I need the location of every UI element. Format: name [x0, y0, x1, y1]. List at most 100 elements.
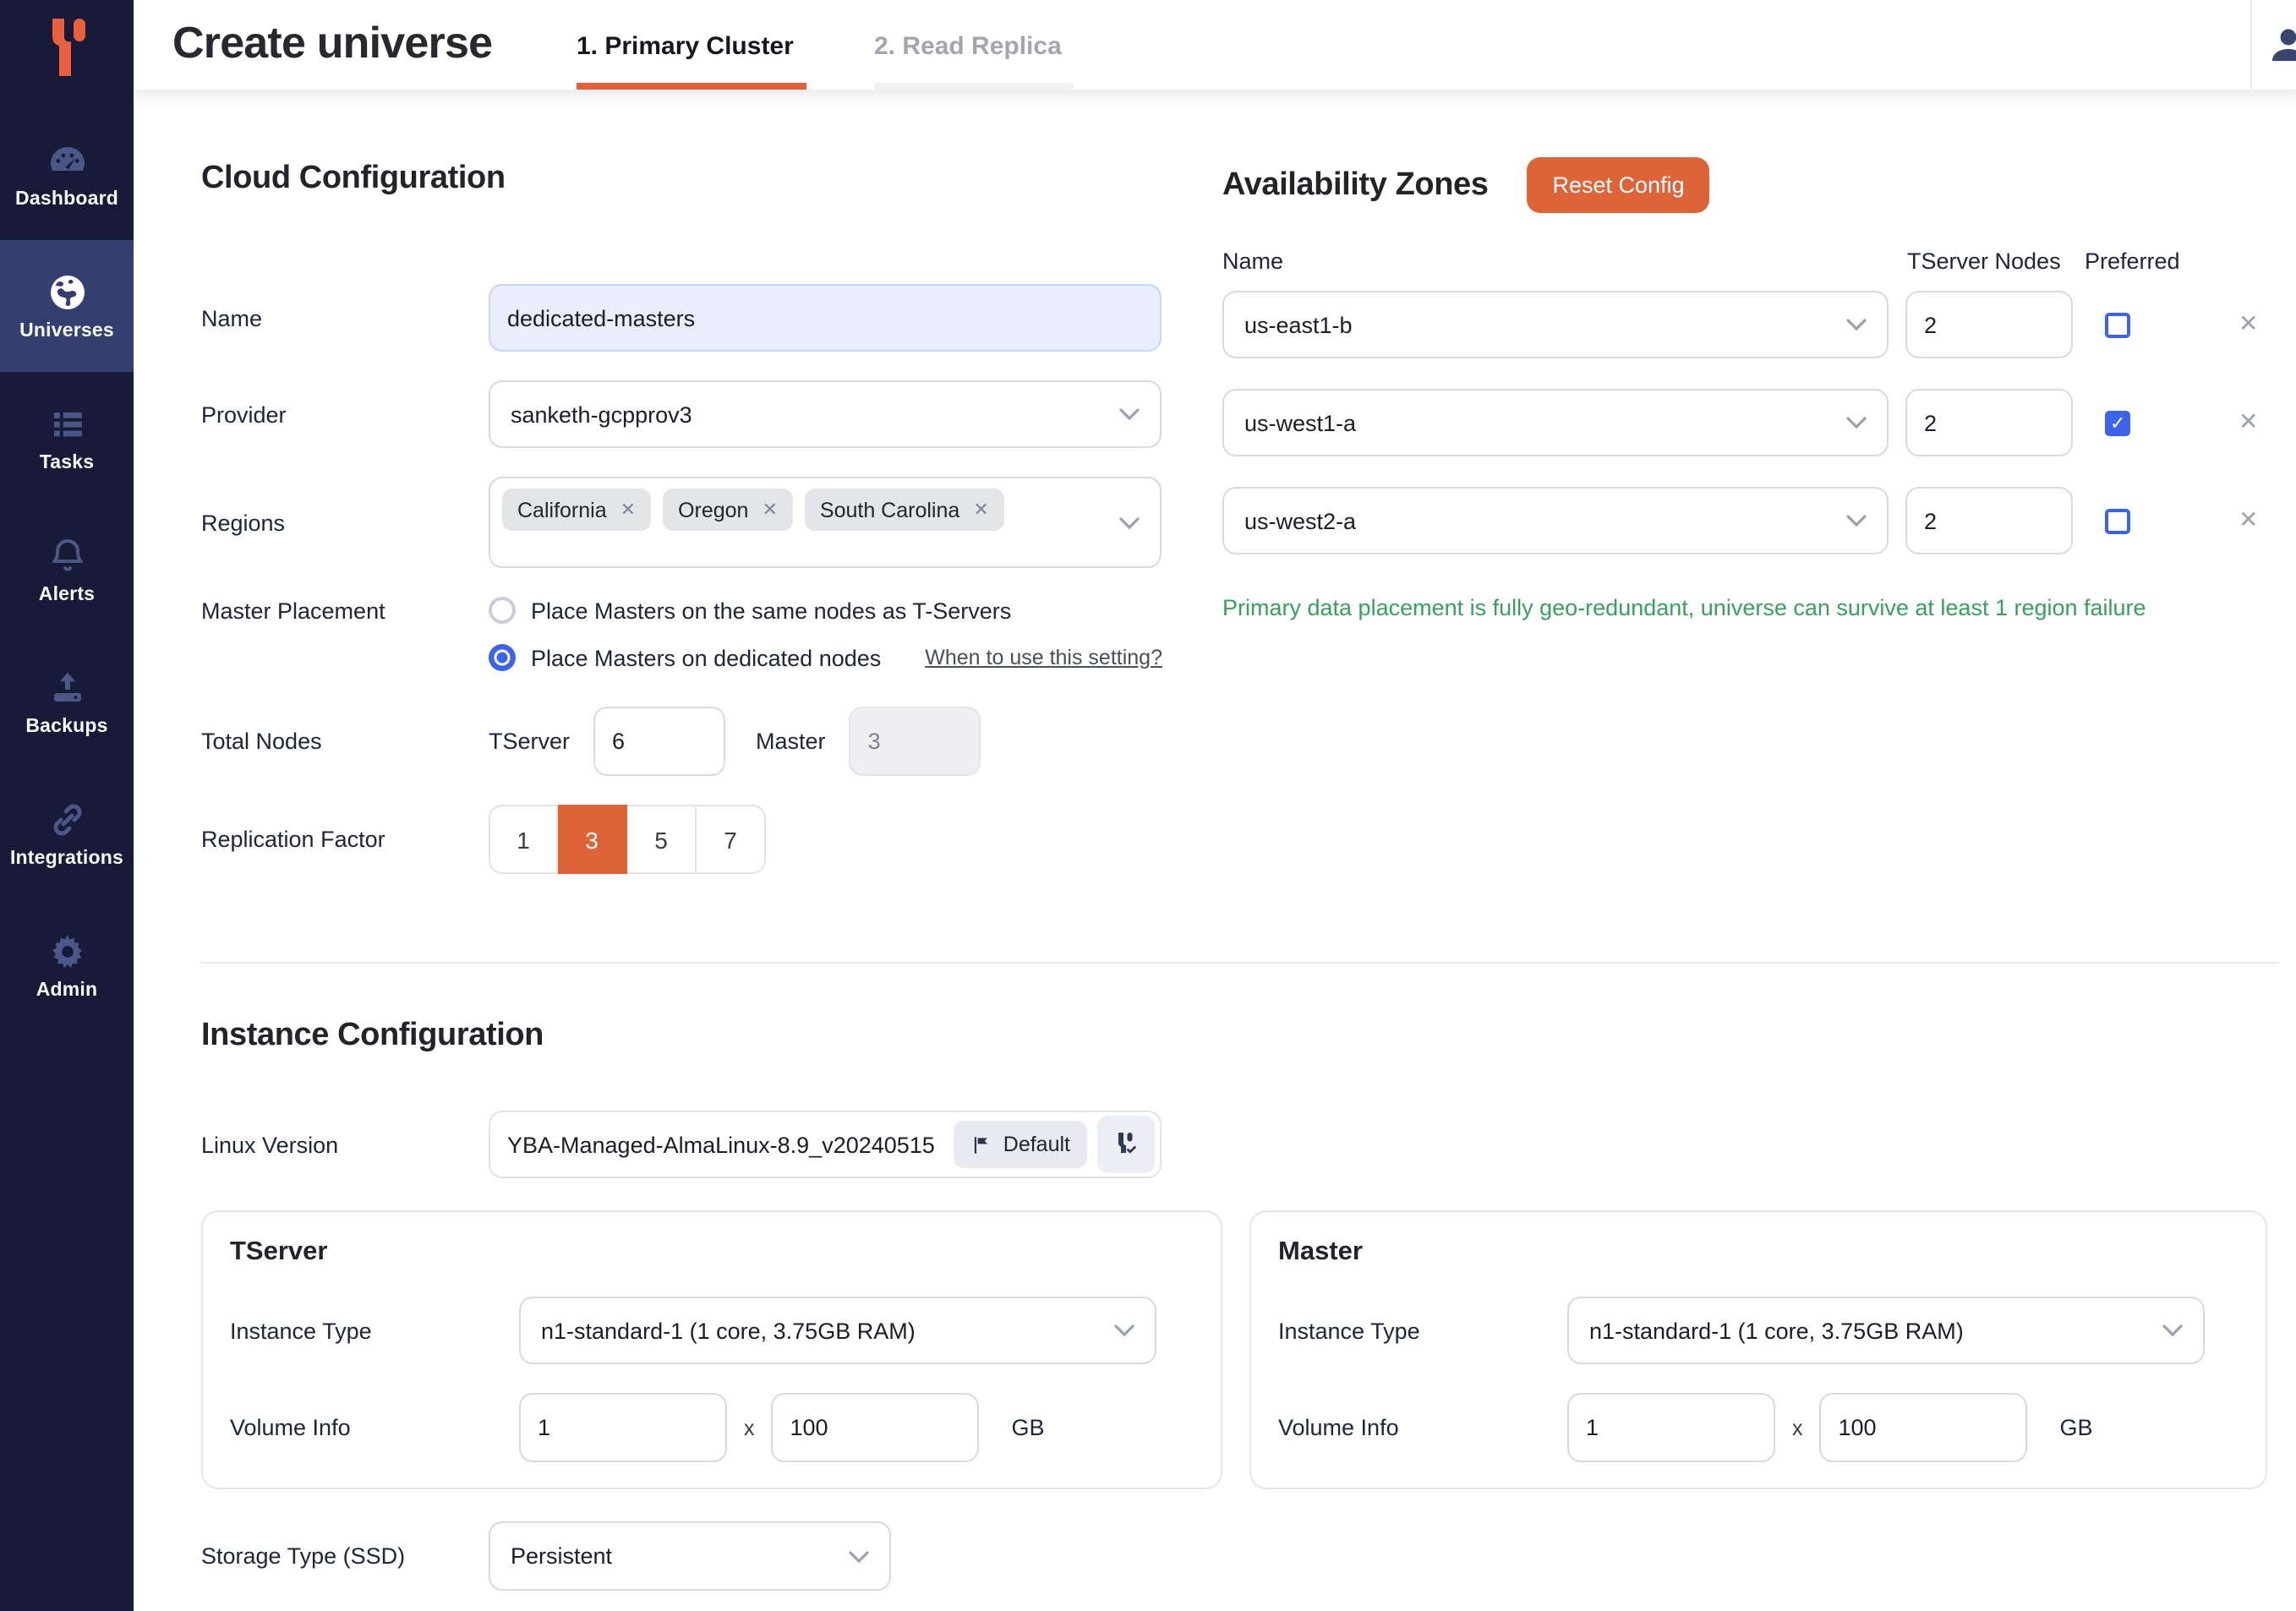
- chevron-down-icon: [2162, 1324, 2183, 1336]
- sidebar-item-alerts[interactable]: Alerts: [0, 504, 134, 636]
- replication-factor-segmented: 1 3 5 7: [489, 805, 766, 874]
- bell-icon: [46, 535, 87, 576]
- sidebar-item-label: Admin: [36, 980, 98, 1000]
- radio-same-nodes[interactable]: [489, 597, 516, 624]
- az-col-name: Name: [1222, 248, 1283, 274]
- az-name-select[interactable]: us-east1-b: [1222, 291, 1889, 358]
- region-chip-label: Oregon: [678, 498, 748, 522]
- inactive-tab-indicator: [874, 83, 1074, 90]
- sidebar-item-label: Tasks: [40, 452, 95, 472]
- az-name-select[interactable]: us-west2-a: [1222, 487, 1889, 554]
- link-icon: [46, 799, 87, 839]
- volume-info-label: Volume Info: [230, 1415, 519, 1440]
- page-header: Create universe 1. Primary Cluster 2. Re…: [134, 0, 2296, 90]
- volume-size-input[interactable]: [1820, 1393, 2028, 1462]
- region-chip-label: California: [517, 498, 607, 522]
- instance-type-value: n1-standard-1 (1 core, 3.75GB RAM): [1589, 1318, 1964, 1343]
- regions-row: Regions California ✕ Oregon ✕ South Caro…: [201, 477, 1236, 568]
- flag-icon: [971, 1133, 993, 1155]
- storage-type-value: Persistent: [511, 1543, 612, 1569]
- rf-option-1[interactable]: 1: [489, 805, 558, 874]
- sidebar: Dashboard Universes Tasks Alerts Backups: [0, 0, 134, 1611]
- tserver-nodes-input[interactable]: [593, 707, 725, 776]
- storage-type-label: Storage Type (SSD): [201, 1543, 489, 1569]
- preferred-checkbox[interactable]: [2105, 313, 2130, 338]
- availability-zones-section: Availability Zones Reset Config Name TSe…: [1222, 157, 2296, 620]
- sidebar-item-integrations[interactable]: Integrations: [0, 767, 134, 899]
- cloud-configuration-section: Cloud Configuration Name Provider sanket…: [201, 161, 1236, 903]
- remove-region-icon[interactable]: ✕: [973, 499, 988, 521]
- sidebar-item-label: Alerts: [39, 584, 95, 604]
- remove-region-icon[interactable]: ✕: [762, 499, 777, 521]
- radio-dedicated-nodes-label: Place Masters on dedicated nodes: [531, 645, 881, 670]
- name-row: Name: [201, 284, 1236, 352]
- dashboard-gauge-icon: [46, 139, 87, 180]
- master-panel-heading: Master: [1278, 1237, 2239, 1268]
- remove-region-icon[interactable]: ✕: [620, 499, 636, 521]
- az-col-tserver-nodes: TServer Nodes: [1907, 248, 2061, 274]
- linux-version-label: Linux Version: [201, 1132, 489, 1157]
- master-placement-row: Master Placement Place Masters on the sa…: [201, 597, 1236, 671]
- tserver-volume-row: Volume Info x GB: [230, 1393, 1194, 1462]
- master-nodes-input: [850, 707, 981, 776]
- tserver-count-label: TServer: [489, 729, 570, 754]
- chevron-down-icon: [1119, 507, 1140, 538]
- az-name-select[interactable]: us-west1-a: [1222, 389, 1889, 456]
- provider-select[interactable]: sanketh-gcpprov3: [489, 380, 1162, 448]
- tserver-instance-type-select[interactable]: n1-standard-1 (1 core, 3.75GB RAM): [519, 1297, 1156, 1364]
- chevron-down-icon: [1846, 515, 1867, 527]
- master-instance-type-select[interactable]: n1-standard-1 (1 core, 3.75GB RAM): [1567, 1297, 2205, 1364]
- regions-multiselect[interactable]: California ✕ Oregon ✕ South Carolina ✕: [489, 477, 1162, 568]
- instance-type-value: n1-standard-1 (1 core, 3.75GB RAM): [541, 1318, 916, 1343]
- volume-count-input[interactable]: [519, 1393, 727, 1462]
- region-chip: South Carolina ✕: [805, 489, 1004, 531]
- preferred-checkbox[interactable]: [2105, 411, 2130, 436]
- provider-label: Provider: [201, 401, 489, 427]
- master-instance-type-row: Instance Type n1-standard-1 (1 core, 3.7…: [1278, 1297, 2239, 1364]
- region-chip: California ✕: [502, 489, 651, 531]
- linux-version-value: YBA-Managed-AlmaLinux-8.9_v20240515: [507, 1132, 954, 1157]
- volume-info-label: Volume Info: [1278, 1415, 1567, 1440]
- volume-size-input[interactable]: [772, 1393, 980, 1462]
- name-label: Name: [201, 305, 489, 330]
- sidebar-item-backups[interactable]: Backups: [0, 636, 134, 767]
- linux-version-picker-button[interactable]: [1097, 1116, 1155, 1173]
- rf-option-7[interactable]: 7: [697, 805, 766, 874]
- remove-zone-icon[interactable]: ✕: [2239, 309, 2258, 338]
- sidebar-item-tasks[interactable]: Tasks: [0, 372, 134, 504]
- sidebar-item-dashboard[interactable]: Dashboard: [0, 108, 134, 240]
- volume-count-input[interactable]: [1567, 1393, 1775, 1462]
- linux-version-field[interactable]: YBA-Managed-AlmaLinux-8.9_v20240515 Defa…: [489, 1111, 1162, 1178]
- default-badge: Default: [954, 1121, 1087, 1168]
- rf-option-3[interactable]: 3: [558, 805, 627, 874]
- remove-zone-icon[interactable]: ✕: [2239, 505, 2258, 534]
- yb-version-check-icon: [1111, 1127, 1141, 1162]
- storage-type-select[interactable]: Persistent: [489, 1521, 891, 1591]
- volume-unit: GB: [2060, 1415, 2093, 1440]
- sidebar-item-label: Backups: [25, 716, 107, 736]
- active-tab-indicator: [577, 83, 806, 90]
- user-icon[interactable]: [2266, 22, 2296, 76]
- universe-name-input[interactable]: [489, 284, 1162, 352]
- default-badge-label: Default: [1003, 1133, 1070, 1156]
- when-to-use-link[interactable]: When to use this setting?: [925, 646, 1162, 669]
- remove-zone-icon[interactable]: ✕: [2239, 407, 2258, 436]
- yugabyte-logo[interactable]: [0, 0, 134, 108]
- az-tserver-nodes-input[interactable]: [1905, 291, 2073, 358]
- radio-dedicated-nodes[interactable]: [489, 644, 516, 671]
- reset-config-button[interactable]: Reset Config: [1528, 157, 1710, 213]
- chevron-down-icon: [1119, 408, 1140, 420]
- az-tserver-nodes-input[interactable]: [1905, 389, 2073, 456]
- chevron-down-icon: [1114, 1324, 1134, 1336]
- sidebar-item-admin[interactable]: Admin: [0, 899, 134, 1031]
- geo-redundancy-status-message: Primary data placement is fully geo-redu…: [1222, 595, 2296, 620]
- gear-icon: [46, 931, 87, 971]
- rf-option-5[interactable]: 5: [627, 805, 697, 874]
- sidebar-item-label: Integrations: [10, 848, 123, 868]
- tab-read-replica[interactable]: 2. Read Replica: [874, 0, 1074, 90]
- tab-primary-cluster[interactable]: 1. Primary Cluster: [577, 0, 806, 90]
- provider-row: Provider sanketh-gcpprov3: [201, 380, 1236, 448]
- az-tserver-nodes-input[interactable]: [1905, 487, 2073, 554]
- preferred-checkbox[interactable]: [2105, 509, 2130, 534]
- sidebar-item-universes[interactable]: Universes: [0, 240, 134, 372]
